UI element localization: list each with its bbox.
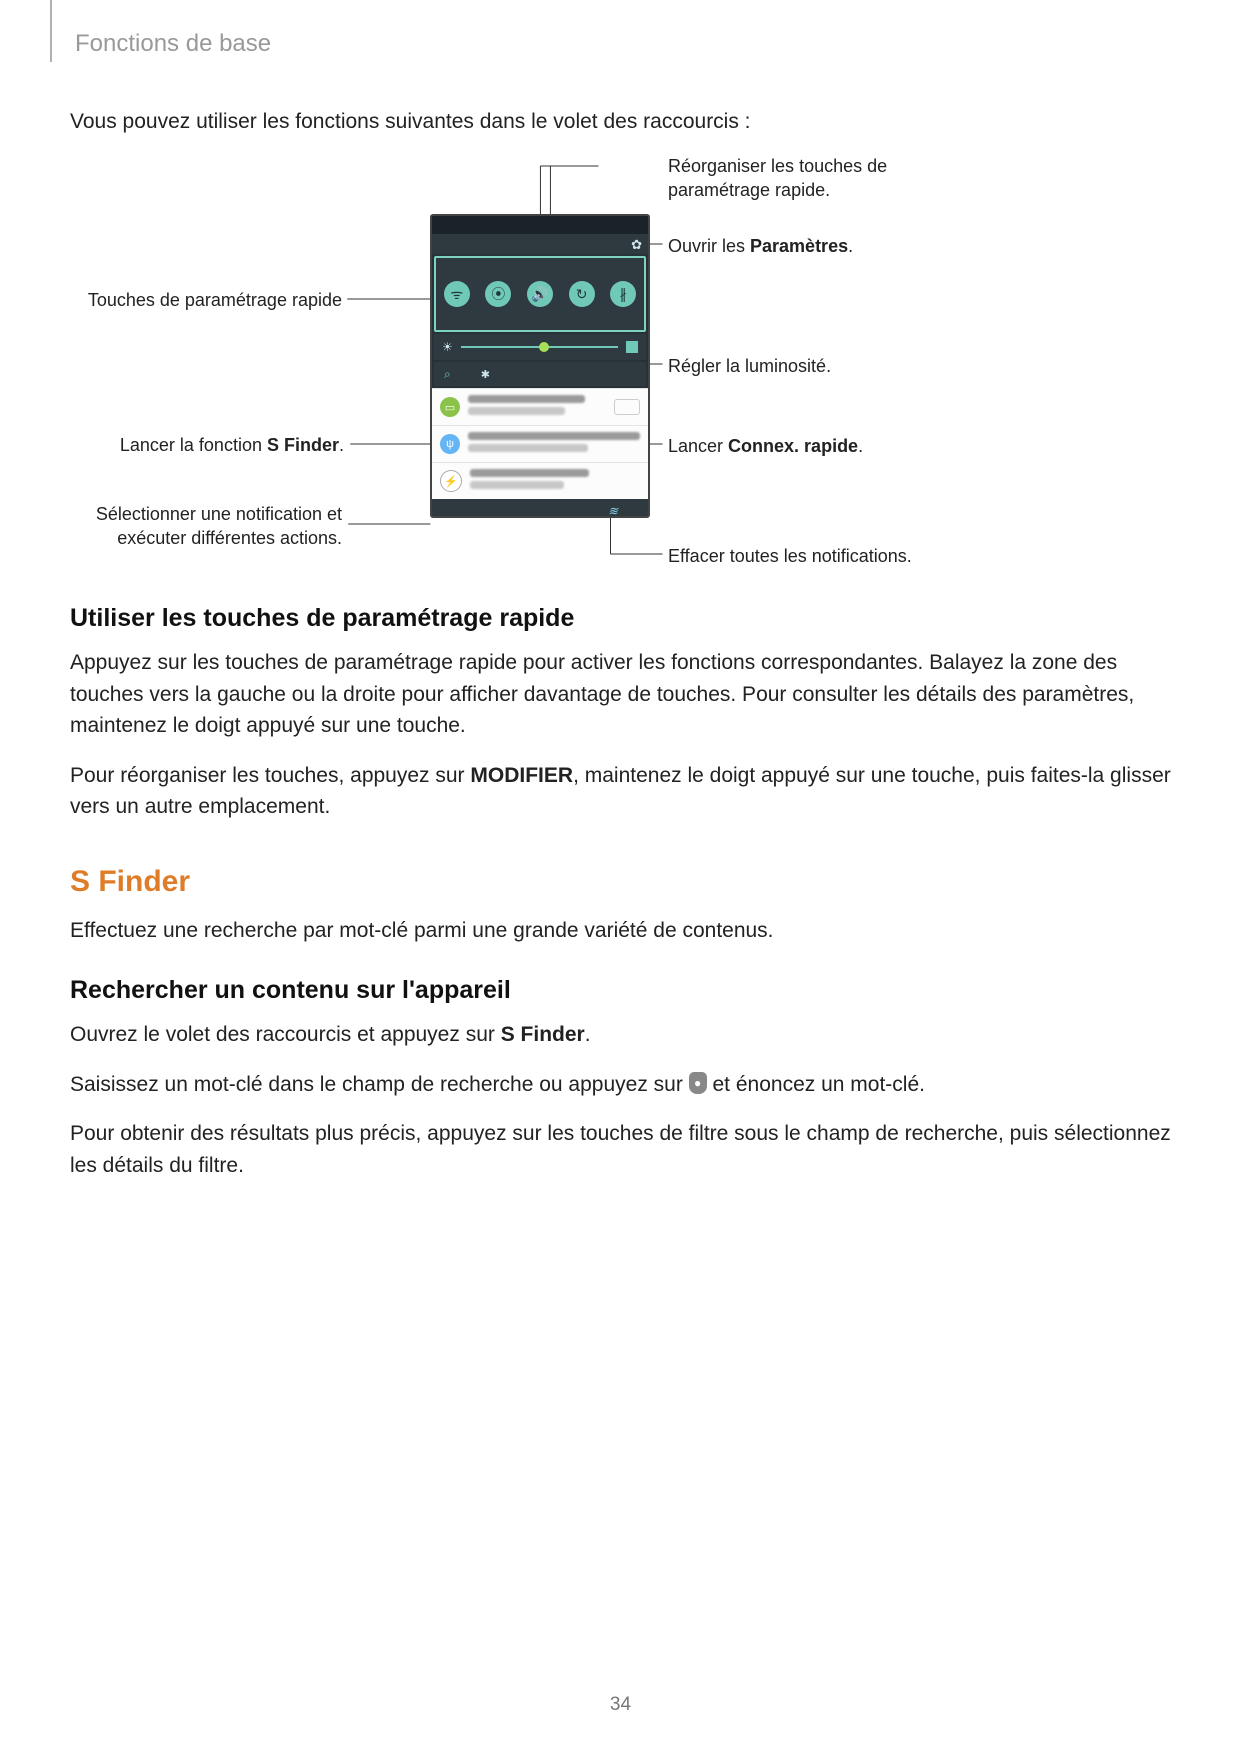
header-divider — [50, 0, 52, 62]
text: et énoncez un mot-clé. — [707, 1073, 925, 1096]
intro-text: Vous pouvez utiliser les fonctions suiva… — [70, 110, 1171, 134]
blurred-text — [470, 481, 564, 489]
text: . — [585, 1023, 591, 1046]
sound-icon[interactable]: 🔊 — [527, 281, 553, 307]
slider-thumb[interactable] — [539, 342, 549, 352]
notif-action[interactable] — [614, 399, 640, 415]
callout-quick-settings-keys: Touches de paramétrage rapide — [70, 288, 342, 312]
notifications-area: ▭ ψ ⚡ — [432, 388, 648, 499]
callout-open-settings: Ouvrir les Paramètres. — [668, 234, 853, 258]
text: Lancer la fonction — [120, 435, 267, 455]
blurred-text — [470, 469, 589, 477]
rotate-icon[interactable]: ↻ — [569, 281, 595, 307]
paragraph: Pour réorganiser les touches, appuyez su… — [70, 760, 1171, 823]
text: Lancer — [668, 436, 728, 456]
phone-footer-bar: ≋ — [432, 499, 648, 518]
quick-connect-icon[interactable]: ✱ — [481, 368, 490, 381]
text: Pour réorganiser les touches, appuyez su… — [70, 764, 470, 787]
notif-battery-icon: ⚡ — [440, 470, 462, 492]
blurred-text — [468, 444, 588, 452]
text: . — [848, 236, 853, 256]
mic-icon: ● — [689, 1072, 707, 1094]
paragraph: Appuyez sur les touches de paramétrage r… — [70, 647, 1171, 742]
heading-search-device: Rechercher un contenu sur l'appareil — [70, 976, 1171, 1005]
text: Ouvrez le volet des raccourcis et appuye… — [70, 1023, 501, 1046]
notification-item[interactable]: ▭ — [432, 388, 648, 425]
heading-sfinder: S Finder — [70, 865, 1171, 899]
brightness-row[interactable]: ☀ — [434, 334, 646, 360]
paragraph: Pour obtenir des résultats plus précis, … — [70, 1118, 1171, 1181]
brightness-slider[interactable] — [461, 346, 618, 348]
callout-reorganize: Réorganiser les touches de paramétrage r… — [668, 154, 928, 203]
paragraph: Effectuez une recherche par mot-clé parm… — [70, 915, 1171, 947]
phone-header-bar: ✿ — [432, 234, 648, 254]
callout-clear-notifications: Effacer toutes les notifications. — [668, 544, 912, 568]
heading-quick-settings: Utiliser les touches de paramétrage rapi… — [70, 604, 1171, 633]
callout-quick-connect: Lancer Connex. rapide. — [668, 434, 863, 458]
brightness-icon: ☀ — [442, 340, 453, 354]
blurred-text — [468, 395, 585, 403]
phone-status-bar — [432, 216, 648, 234]
text: . — [339, 435, 344, 455]
bluetooth-icon[interactable]: ∦ — [610, 281, 636, 307]
bold: MODIFIER — [470, 764, 573, 787]
bold: Paramètres — [750, 236, 848, 256]
quick-settings-row[interactable]: ᯤ ⦿ 🔊 ↻ ∦ — [434, 256, 646, 332]
notification-item[interactable]: ψ — [432, 425, 648, 462]
blurred-text — [468, 432, 640, 440]
gear-icon[interactable]: ✿ — [631, 237, 642, 253]
text: Saisissez un mot-clé dans le champ de re… — [70, 1073, 689, 1096]
paragraph: Saisissez un mot-clé dans le champ de re… — [70, 1069, 1171, 1101]
auto-brightness-checkbox[interactable] — [626, 341, 638, 353]
callout-launch-sfinder: Lancer la fonction S Finder. — [70, 433, 344, 457]
blurred-text — [468, 407, 565, 415]
text: . — [858, 436, 863, 456]
bold: Connex. rapide — [728, 436, 858, 456]
location-icon[interactable]: ⦿ — [485, 281, 511, 307]
text: Ouvrir les — [668, 236, 750, 256]
notif-image-icon: ▭ — [440, 397, 460, 417]
notif-usb-icon: ψ — [440, 434, 460, 454]
clear-all-icon[interactable]: ≋ — [608, 504, 618, 518]
callout-brightness: Régler la luminosité. — [668, 354, 831, 378]
paragraph: Ouvrez le volet des raccourcis et appuye… — [70, 1019, 1171, 1051]
bold: S Finder — [267, 435, 339, 455]
wifi-icon[interactable]: ᯤ — [444, 281, 470, 307]
callout-select-notification: Sélectionner une notification et exécute… — [70, 502, 342, 551]
bold: S Finder — [501, 1023, 585, 1046]
page-number: 34 — [0, 1694, 1241, 1716]
search-icon[interactable]: ⌕ — [444, 367, 451, 382]
phone-mockup: ✿ ᯤ ⦿ 🔊 ↻ ∦ ☀ ⌕ ✱ — [430, 214, 650, 518]
breadcrumb: Fonctions de base — [75, 30, 271, 58]
notification-item[interactable]: ⚡ — [432, 462, 648, 499]
notification-panel-diagram: Touches de paramétrage rapide Lancer la … — [70, 154, 1171, 574]
sfinder-row[interactable]: ⌕ ✱ — [434, 362, 646, 386]
